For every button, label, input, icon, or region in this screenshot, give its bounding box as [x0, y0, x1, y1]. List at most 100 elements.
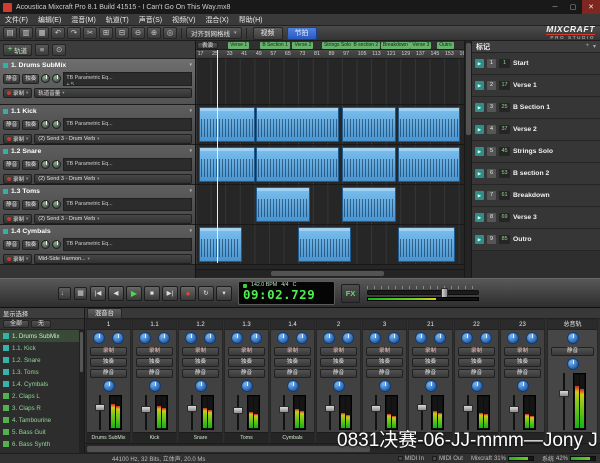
audio-clip[interactable] — [342, 107, 396, 142]
mixer-tab[interactable]: 混音台 — [87, 308, 122, 319]
mute-button[interactable]: 静音 — [136, 369, 173, 378]
send-knob[interactable] — [342, 332, 354, 344]
snap-to-grid-select[interactable]: 对齐到网格线 ▾ — [186, 27, 242, 39]
timeline-lane-1[interactable] — [196, 59, 464, 105]
maximize-button[interactable]: ▢ — [564, 0, 582, 14]
open-file-icon[interactable]: ▥ — [19, 27, 33, 39]
marker-row[interactable]: ▶11Start — [472, 53, 600, 75]
eq-knob[interactable] — [507, 332, 519, 344]
section-marker-flag[interactable]: Verse 2 — [292, 42, 313, 49]
menu-item-8[interactable]: 帮助(H) — [234, 15, 268, 25]
marker-row[interactable]: ▶653B section 2 — [472, 163, 600, 185]
sidebar-track-item[interactable]: 1.2. Snare — [0, 354, 79, 366]
pan-knob[interactable] — [52, 74, 61, 83]
sidebar-scrollbar[interactable] — [79, 330, 84, 453]
marker-play-icon[interactable]: ▶ — [475, 147, 484, 156]
solo-button[interactable]: 独奏 — [22, 240, 39, 250]
save-icon[interactable]: ▦ — [35, 27, 49, 39]
fader-handle[interactable] — [141, 406, 151, 413]
record-button[interactable]: 录制 — [366, 347, 403, 356]
sidebar-track-item[interactable]: 6. Bass Synth — [0, 438, 79, 450]
volume-fader[interactable] — [325, 395, 335, 430]
mute-button[interactable]: 静音 — [3, 160, 20, 170]
audio-clip[interactable] — [199, 227, 242, 262]
track-collapse-icon[interactable]: ▾ — [189, 62, 192, 68]
sidebar-track-item[interactable]: 2. Claps L — [0, 390, 79, 402]
marker-play-icon[interactable]: ▶ — [475, 235, 484, 244]
audio-clip[interactable] — [256, 147, 339, 182]
volume-fader[interactable] — [141, 395, 151, 430]
marker-row[interactable]: ▶217Verse 1 — [472, 75, 600, 97]
send-knob[interactable] — [112, 332, 124, 344]
solo-button[interactable]: 独奏 — [320, 358, 357, 367]
pan-knob[interactable] — [195, 380, 207, 392]
video-button[interactable]: 视频 — [253, 27, 283, 40]
fader-handle[interactable] — [371, 405, 381, 412]
solo-button[interactable]: 独奏 — [182, 358, 219, 367]
marker-play-icon[interactable]: ▶ — [475, 59, 484, 68]
master-fx-button[interactable]: FX — [341, 284, 360, 303]
solo-button[interactable]: 独奏 — [412, 358, 449, 367]
automation-dropdown[interactable]: 轨道音量▾ — [34, 88, 192, 98]
pan-knob[interactable] — [241, 380, 253, 392]
section-marker-flag[interactable]: Breakdown — [381, 42, 410, 49]
section-marker-flag[interactable]: Verse 1 — [228, 42, 249, 49]
menu-item-1[interactable]: 文件(F) — [0, 15, 33, 25]
track-collapse-icon[interactable]: ▾ — [189, 188, 192, 194]
send-knob[interactable] — [526, 332, 538, 344]
solo-button[interactable]: 独奏 — [504, 358, 541, 367]
solo-button[interactable]: 独奏 — [136, 358, 173, 367]
fx-slot[interactable]: CL CompressorTB Parametric Eq...+ 5 — [63, 72, 192, 86]
track-header-1.2[interactable]: 1.2 Snare▾静音独奏TB Parametric Eq...录制▾(2) … — [0, 145, 195, 185]
menu-item-3[interactable]: 混音(M) — [66, 15, 101, 25]
solo-button[interactable]: 独奏 — [274, 358, 311, 367]
section-marker-flag[interactable]: B Section 1 — [260, 42, 290, 49]
eq-knob[interactable] — [461, 332, 473, 344]
sidebar-track-item[interactable]: 1.1. Kick — [0, 342, 79, 354]
pan-knob[interactable] — [425, 380, 437, 392]
fx-slot[interactable]: TB Parametric Eq... — [63, 238, 192, 251]
sidebar-track-item[interactable]: 5. Bass Guit — [0, 426, 79, 438]
track-collapse-icon[interactable]: ▾ — [189, 108, 192, 114]
mute-button[interactable]: 静音 — [504, 369, 541, 378]
track-header-1.1[interactable]: 1.1 Kick▾静音独奏TB Parametric Eq...录制▾(2) S… — [0, 105, 195, 145]
redo-icon[interactable]: ↷ — [67, 27, 81, 39]
sidebar-track-item[interactable]: 1. Drums SubMix — [0, 330, 79, 342]
timeline-lane-1.2[interactable] — [196, 145, 464, 185]
undo-icon[interactable]: ↶ — [51, 27, 65, 39]
scrollbar-thumb[interactable] — [87, 446, 370, 452]
eq-knob[interactable] — [567, 332, 579, 344]
marker-row[interactable]: ▶985Outro — [472, 229, 600, 251]
record-arm-dropdown[interactable]: 录制▾ — [3, 254, 32, 264]
eq-knob[interactable] — [415, 332, 427, 344]
fader-handle[interactable] — [559, 390, 569, 397]
sidebar-track-item[interactable]: 1.3. Toms — [0, 366, 79, 378]
marker-row[interactable]: ▶545Strings Solo — [472, 141, 600, 163]
pan-knob[interactable] — [567, 358, 579, 370]
show-none-button[interactable]: 无 — [31, 320, 51, 328]
section-marker-flag[interactable]: Strings Solo — [322, 42, 352, 49]
eq-knob[interactable] — [185, 332, 197, 344]
pan-knob[interactable] — [333, 380, 345, 392]
mute-button[interactable]: 静音 — [320, 369, 357, 378]
fx-slot[interactable]: TB Parametric Eq... — [63, 198, 192, 211]
volume-fader[interactable] — [187, 395, 197, 430]
sidebar-track-item[interactable]: 3. Claps R — [0, 402, 79, 414]
pan-knob[interactable] — [103, 380, 115, 392]
markers-menu-icon[interactable]: ▾ — [593, 43, 596, 50]
volume-fader[interactable] — [559, 373, 569, 430]
loop-button[interactable]: ↻ — [198, 286, 214, 301]
paste-icon[interactable]: ⊟ — [115, 27, 129, 39]
zoom-out-icon[interactable]: ⊖ — [131, 27, 145, 39]
fader-handle[interactable] — [417, 404, 427, 411]
add-marker-icon[interactable]: + — [585, 43, 589, 50]
marker-play-icon[interactable]: ▶ — [475, 103, 484, 112]
menu-item-6[interactable]: 视频(V) — [167, 15, 200, 25]
automation-dropdown[interactable]: (2) Send 3 - Drum Verb▾ — [34, 214, 192, 224]
record-button[interactable]: 录制 — [504, 347, 541, 356]
play-button[interactable]: ▶ — [126, 286, 142, 301]
fader-handle[interactable] — [509, 406, 519, 413]
mute-button[interactable]: 静音 — [3, 120, 20, 130]
pan-knob[interactable] — [471, 380, 483, 392]
section-marker-flag[interactable]: B section 2 — [351, 42, 380, 49]
